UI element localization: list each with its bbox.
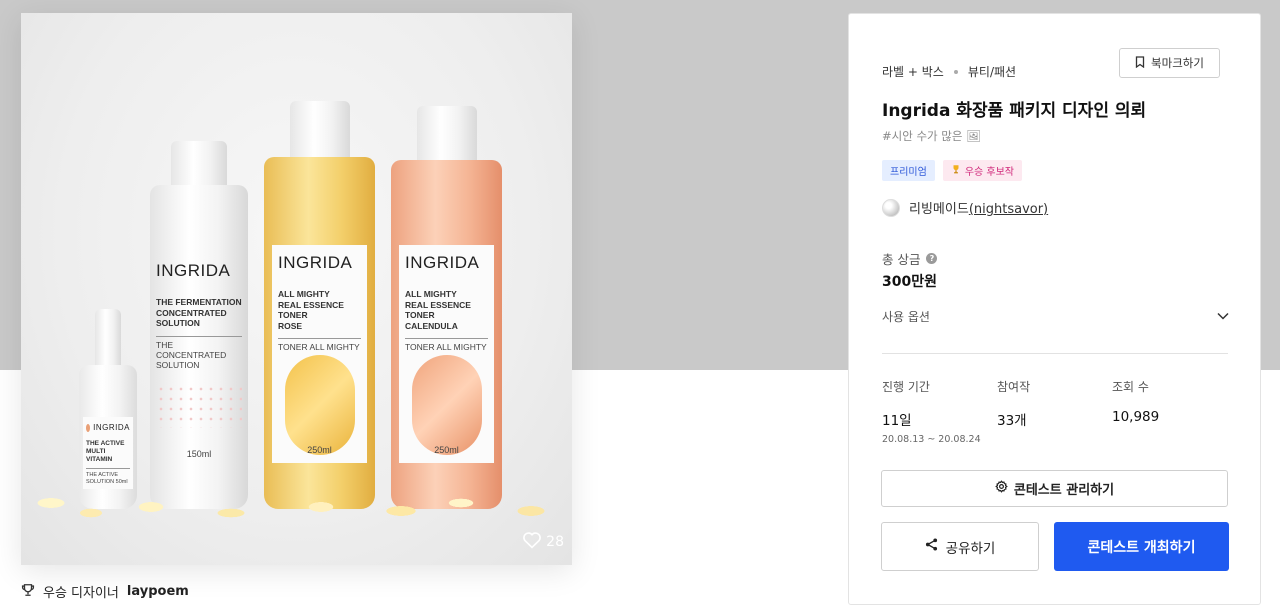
petals-decoration — [21, 483, 572, 523]
stat-value: 11일 — [882, 413, 912, 429]
question-icon[interactable]: ? — [926, 253, 938, 264]
contest-info-panel: 라벨 + 박스 뷰티/패션 북마크하기 Ingrida 화장품 패키지 디자인 … — [848, 13, 1261, 605]
options-label: 사용 옵션 — [882, 309, 930, 324]
manage-label: 콘테스트 관리하기 — [1013, 483, 1115, 498]
breadcrumb: 라벨 + 박스 뷰티/패션 — [882, 63, 1016, 80]
bottle-desc: THE ACTIVE MULTI VITAMIN — [86, 440, 125, 463]
bottle-brand: INGRIDA — [405, 253, 480, 272]
stat-period: 진행 기간 11일 20.08.13 ~ 20.08.24 — [882, 378, 997, 445]
separator-dot — [953, 69, 958, 74]
bottle-fermentation: INGRIDA THE FERMENTATION CONCENTRATED SO… — [150, 141, 248, 509]
badge-group: 프리미엄 우승 후보작 — [882, 160, 1022, 181]
share-button[interactable]: 공유하기 — [881, 522, 1039, 571]
stat-label: 참여작 — [997, 380, 1031, 394]
premium-badge: 프리미엄 — [882, 160, 935, 181]
bookmark-button[interactable]: 북마크하기 — [1119, 48, 1220, 78]
winner-name[interactable]: laypoem — [127, 584, 189, 599]
stat-value: 33개 — [997, 413, 1027, 429]
bottle-sub: THE CONCENTRATED SOLUTION — [156, 335, 242, 370]
bottle-desc: THE FERMENTATION CONCENTRATED SOLUTION — [156, 297, 242, 328]
like-button[interactable]: 28 — [522, 531, 564, 553]
divider — [882, 353, 1228, 354]
host-contest-button[interactable]: 콘테스트 개최하기 — [1054, 522, 1229, 571]
stat-label: 진행 기간 — [882, 380, 930, 394]
stat-value: 10,989 — [1112, 409, 1160, 425]
period-dates: 20.08.13 ~ 20.08.24 — [882, 434, 981, 445]
bottle-desc: ALL MIGHTY REAL ESSENCE TONER CALENDULA — [405, 289, 471, 331]
bottle-sub: TONER ALL MIGHTY — [278, 338, 361, 352]
candidate-label: 우승 후보작 — [964, 167, 1014, 178]
trophy-icon — [21, 583, 35, 601]
prize-label: 총 상금 — [882, 252, 921, 267]
trophy-icon — [951, 164, 961, 177]
bottle-desc: ALL MIGHTY REAL ESSENCE TONER ROSE — [278, 289, 344, 331]
share-label: 공유하기 — [945, 540, 996, 557]
bottle-rose-toner: INGRIDA ALL MIGHTY REAL ESSENCE TONER RO… — [264, 101, 375, 509]
prize-value: 300만원 — [882, 274, 937, 290]
gear-icon — [995, 480, 1008, 497]
bottle-volume: 250ml — [307, 445, 332, 455]
bottle-brand: INGRIDA — [156, 261, 231, 280]
bottle-volume: 250ml — [434, 445, 459, 455]
bottle-brand: INGRIDA — [278, 253, 353, 272]
stat-views: 조회 수 10,989 — [1112, 378, 1227, 445]
winner-candidate-badge: 우승 후보작 — [942, 160, 1022, 181]
category-link[interactable]: 라벨 + 박스 — [882, 63, 944, 80]
like-count: 28 — [546, 534, 564, 550]
winner-designer: 우승 디자이너 laypoem — [21, 582, 189, 601]
host-handle[interactable]: (nightsavor) — [969, 202, 1048, 217]
bottle-brand: INGRIDA — [93, 423, 130, 432]
bottle-calendula-toner: INGRIDA ALL MIGHTY REAL ESSENCE TONER CA… — [391, 106, 502, 509]
bottle-volume: 150ml — [186, 449, 212, 459]
host-info[interactable]: 리빙메이드(nightsavor) — [882, 198, 1048, 217]
bottle-sub: TONER ALL MIGHTY — [405, 338, 488, 352]
host-name: 리빙메이드 — [909, 202, 969, 217]
bookmark-icon — [1135, 55, 1145, 71]
contest-stats: 진행 기간 11일 20.08.13 ~ 20.08.24 참여작 33개 조회… — [882, 378, 1227, 445]
avatar — [882, 198, 900, 217]
manage-contest-button[interactable]: 콘테스트 관리하기 — [881, 470, 1228, 507]
winner-label: 우승 디자이너 — [43, 586, 119, 601]
options-dropdown[interactable]: 사용 옵션 — [882, 304, 1229, 328]
bookmark-label: 북마크하기 — [1151, 56, 1204, 70]
contest-tagline: #시안 수가 많은 🖼 — [882, 129, 981, 143]
stat-label: 조회 수 — [1112, 380, 1149, 394]
contest-title: Ingrida 화장품 패키지 디자인 의뢰 — [882, 101, 1147, 121]
bottle-multivitamin: INGRIDA THE ACTIVE MULTI VITAMIN THE ACT… — [79, 309, 137, 509]
heart-outline-icon — [522, 531, 542, 553]
share-icon — [925, 538, 938, 555]
chevron-down-icon — [1217, 309, 1229, 323]
stat-participants: 참여작 33개 — [997, 378, 1112, 445]
subcategory-link[interactable]: 뷰티/패션 — [968, 63, 1016, 80]
product-image[interactable]: INGRIDA THE ACTIVE MULTI VITAMIN THE ACT… — [21, 13, 572, 565]
prize-label-row: 총 상금 ? — [882, 249, 938, 268]
